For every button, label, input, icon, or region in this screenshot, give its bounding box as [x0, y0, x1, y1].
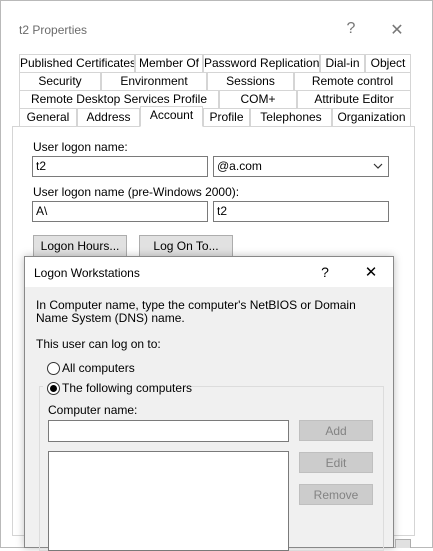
- obscured-button: [395, 539, 411, 548]
- tab-security[interactable]: Security: [19, 72, 101, 91]
- computer-name-input[interactable]: [48, 420, 289, 442]
- tab-telephones[interactable]: Telephones: [250, 108, 332, 127]
- user-logon-name-label: User logon name:: [33, 140, 128, 154]
- help-icon[interactable]: ?: [336, 20, 366, 38]
- pre-windows-2000-user-input[interactable]: t2: [213, 201, 389, 222]
- domain-select[interactable]: @a.com: [213, 156, 389, 177]
- logon-workstations-dialog: Logon Workstations ? ✕ In Computer name,…: [24, 256, 394, 551]
- chevron-down-icon: [373, 157, 383, 182]
- tab-sessions[interactable]: Sessions: [207, 72, 294, 91]
- dialog-help-icon[interactable]: ?: [310, 264, 340, 280]
- user-logon-name-input[interactable]: t2: [32, 156, 208, 177]
- radio-all-computers-label: All computers: [62, 361, 135, 375]
- dialog-close-icon[interactable]: ✕: [356, 263, 386, 281]
- tab-password-replication[interactable]: Password Replication: [203, 54, 320, 73]
- edit-button[interactable]: Edit: [299, 452, 373, 473]
- tab-general[interactable]: General: [19, 108, 77, 127]
- tab-attribute-editor[interactable]: Attribute Editor: [297, 90, 411, 109]
- tab-organization[interactable]: Organization: [332, 108, 411, 127]
- add-button[interactable]: Add: [299, 420, 373, 441]
- dialog-instruction: In Computer name, type the computer's Ne…: [36, 298, 356, 325]
- can-logon-label: This user can log on to:: [36, 337, 161, 351]
- tab-account[interactable]: Account: [140, 106, 203, 127]
- pre-windows-2000-domain-field: A\: [32, 201, 208, 222]
- dialog-title: Logon Workstations: [34, 266, 140, 280]
- computer-name-label: Computer name:: [48, 403, 138, 417]
- radio-following-computers[interactable]: [47, 382, 60, 395]
- radio-all-computers[interactable]: [47, 362, 60, 375]
- window-title: t2 Properties: [19, 23, 88, 37]
- domain-select-value: @a.com: [217, 159, 262, 173]
- remove-button[interactable]: Remove: [299, 484, 373, 505]
- dialog-titlebar: Logon Workstations ? ✕: [25, 257, 393, 287]
- pre-windows-2000-label: User logon name (pre-Windows 2000):: [33, 185, 240, 199]
- log-on-to-button[interactable]: Log On To...: [139, 235, 233, 257]
- tab-object[interactable]: Object: [365, 54, 411, 73]
- tab-profile[interactable]: Profile: [203, 108, 250, 127]
- tab-member-of[interactable]: Member Of: [135, 54, 203, 73]
- tab-environment[interactable]: Environment: [101, 72, 207, 91]
- window-titlebar: t2 Properties ? ✕: [1, 1, 433, 41]
- tab-published-certificates[interactable]: Published Certificates: [19, 54, 135, 73]
- tab-remote-control[interactable]: Remote control: [294, 72, 411, 91]
- close-icon[interactable]: ✕: [382, 20, 412, 40]
- radio-following-computers-label: The following computers: [62, 381, 193, 395]
- tab-com-plus[interactable]: COM+: [219, 90, 297, 109]
- tab-dial-in[interactable]: Dial-in: [320, 54, 365, 73]
- computers-list[interactable]: [48, 451, 289, 551]
- tab-address[interactable]: Address: [77, 108, 140, 127]
- logon-hours-button[interactable]: Logon Hours...: [33, 235, 127, 257]
